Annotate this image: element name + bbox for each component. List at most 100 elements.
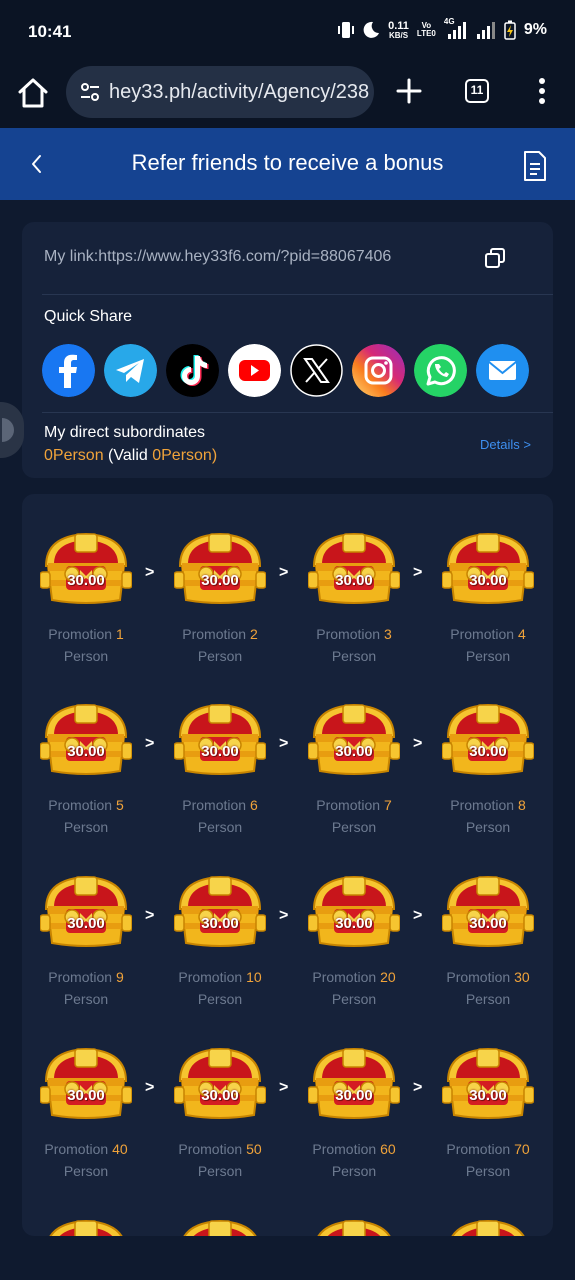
reward-chest[interactable]: 30.00 <box>40 530 132 606</box>
divider <box>42 412 553 413</box>
reward-chest[interactable]: 30.00 <box>442 530 534 606</box>
reward-label-unit: Person <box>197 648 243 664</box>
reward-label-prefix: Promotion <box>48 626 116 642</box>
url-text[interactable]: hey33.ph/activity/Agency/238 <box>109 81 371 104</box>
reward-chest[interactable]: 30.00 <box>308 701 400 777</box>
reward-chest[interactable]: 30.00 <box>442 873 534 949</box>
chevron-right-icon: > <box>413 735 423 752</box>
details-link[interactable]: Details > <box>480 437 531 452</box>
reward-label: Promotion 3 Person <box>287 623 421 667</box>
reward-amount: 30.00 <box>335 743 373 760</box>
reward-chest[interactable]: 30.00 <box>308 1045 400 1121</box>
reward-label-line: Promotion 3 <box>287 623 421 645</box>
reward-chest[interactable]: 30.00 <box>308 873 400 949</box>
subordinates-title: My direct subordinates <box>44 424 205 441</box>
reward-chest-partial[interactable] <box>40 1217 132 1236</box>
facebook-icon[interactable] <box>42 344 95 397</box>
reward-label: Promotion 20 Person <box>287 966 421 1010</box>
reward-label-count: 5 <box>115 797 124 813</box>
reward-chest[interactable]: 30.00 <box>174 530 266 606</box>
reward-label-unit: Person <box>465 991 511 1007</box>
reward-chest[interactable]: 30.00 <box>442 1045 534 1121</box>
reward-chest[interactable]: 30.00 <box>174 873 266 949</box>
reward-amount: 30.00 <box>201 1087 239 1104</box>
reward-chest-partial[interactable] <box>308 1217 400 1236</box>
home-icon[interactable] <box>16 76 50 110</box>
tiktok-icon[interactable] <box>166 344 219 397</box>
reward-chest-partial[interactable] <box>442 1217 534 1236</box>
reward-chest[interactable]: 30.00 <box>308 530 400 606</box>
youtube-icon[interactable] <box>228 344 281 397</box>
subordinates-count-unit: Person <box>52 447 104 464</box>
reward-label-unit: Person <box>197 1163 243 1179</box>
valid-suffix: Person) <box>161 447 218 464</box>
treasure-chest-icon <box>174 532 266 604</box>
page-title: Refer friends to receive a bonus <box>131 150 444 175</box>
reward-label-line: Promotion 10 <box>153 966 287 988</box>
reward-label-count: 50 <box>246 1141 262 1157</box>
telegram-icon[interactable] <box>104 344 157 397</box>
reward-label-line: Promotion 40 <box>22 1138 153 1160</box>
reward-label-unit: Person <box>331 1163 377 1179</box>
address-bar[interactable]: hey33.ph/activity/Agency/238 <box>66 66 374 118</box>
reward-amount: 30.00 <box>201 572 239 589</box>
reward-chest[interactable]: 30.00 <box>40 1045 132 1121</box>
reward-label-count: 9 <box>115 969 124 985</box>
reward-label-count: 10 <box>246 969 262 985</box>
chevron-right-icon: > <box>145 907 155 924</box>
x-icon[interactable] <box>290 344 343 397</box>
reward-label: Promotion 4 Person <box>421 623 553 667</box>
reward-amount: 30.00 <box>67 572 105 589</box>
network-speed-value: 0.11 <box>388 19 409 32</box>
reward-chest[interactable]: 30.00 <box>40 701 132 777</box>
referral-link[interactable]: My link:https://www.hey33f6.com/?pid=880… <box>44 248 391 266</box>
reward-amount: 30.00 <box>335 572 373 589</box>
reward-label-prefix: Promotion <box>450 797 518 813</box>
reward-label: Promotion 60 Person <box>287 1138 421 1182</box>
rules-document-icon[interactable] <box>522 150 548 182</box>
reward-label: Promotion 2 Person <box>153 623 287 667</box>
email-icon[interactable] <box>476 344 529 397</box>
treasure-chest-icon <box>442 875 534 947</box>
reward-label: Promotion 9 Person <box>22 966 153 1010</box>
reward-chest-partial[interactable] <box>174 1217 266 1236</box>
reward-chest[interactable]: 30.00 <box>174 1045 266 1121</box>
treasure-chest-icon <box>40 532 132 604</box>
reward-chest[interactable]: 30.00 <box>40 873 132 949</box>
reward-label-count: 30 <box>514 969 530 985</box>
reward-label-line: Promotion 70 <box>421 1138 553 1160</box>
reward-label: Promotion 7 Person <box>287 794 421 838</box>
instagram-icon[interactable] <box>352 344 405 397</box>
reward-label-prefix: Promotion <box>446 969 515 985</box>
chevron-right-icon: > <box>279 735 289 752</box>
reward-label-prefix: Promotion <box>312 1141 381 1157</box>
treasure-chest-icon <box>174 703 266 775</box>
whatsapp-icon[interactable] <box>414 344 467 397</box>
reward-label-count: 3 <box>383 626 392 642</box>
reward-amount: 30.00 <box>201 915 239 932</box>
reward-label-prefix: Promotion <box>178 1141 247 1157</box>
reward-label-count: 40 <box>112 1141 128 1157</box>
reward-label-unit: Person <box>465 819 511 835</box>
chevron-right-icon: > <box>145 1079 155 1096</box>
referral-link-card: My link:https://www.hey33f6.com/?pid=880… <box>22 222 553 478</box>
volte-bottom: LTE0 <box>416 29 436 38</box>
tab-switcher-button[interactable]: 11 <box>465 79 489 103</box>
reward-amount: 30.00 <box>469 915 507 932</box>
reward-label-line: Promotion 1 <box>22 623 153 645</box>
reward-label-prefix: Promotion <box>312 969 381 985</box>
treasure-chest-icon <box>174 875 266 947</box>
site-settings-icon[interactable] <box>80 82 100 102</box>
more-menu-icon[interactable] <box>532 76 552 106</box>
treasure-chest-icon <box>40 1047 132 1119</box>
new-tab-icon[interactable] <box>394 76 424 106</box>
copy-icon[interactable] <box>484 247 506 269</box>
chevron-right-icon: > <box>145 735 155 752</box>
treasure-chest-icon <box>308 532 400 604</box>
reward-label-prefix: Promotion <box>178 969 247 985</box>
treasure-chest-icon <box>308 1047 400 1119</box>
reward-chest[interactable]: 30.00 <box>442 701 534 777</box>
reward-chest[interactable]: 30.00 <box>174 701 266 777</box>
reward-label-prefix: Promotion <box>48 797 116 813</box>
reward-label-prefix: Promotion <box>316 797 384 813</box>
